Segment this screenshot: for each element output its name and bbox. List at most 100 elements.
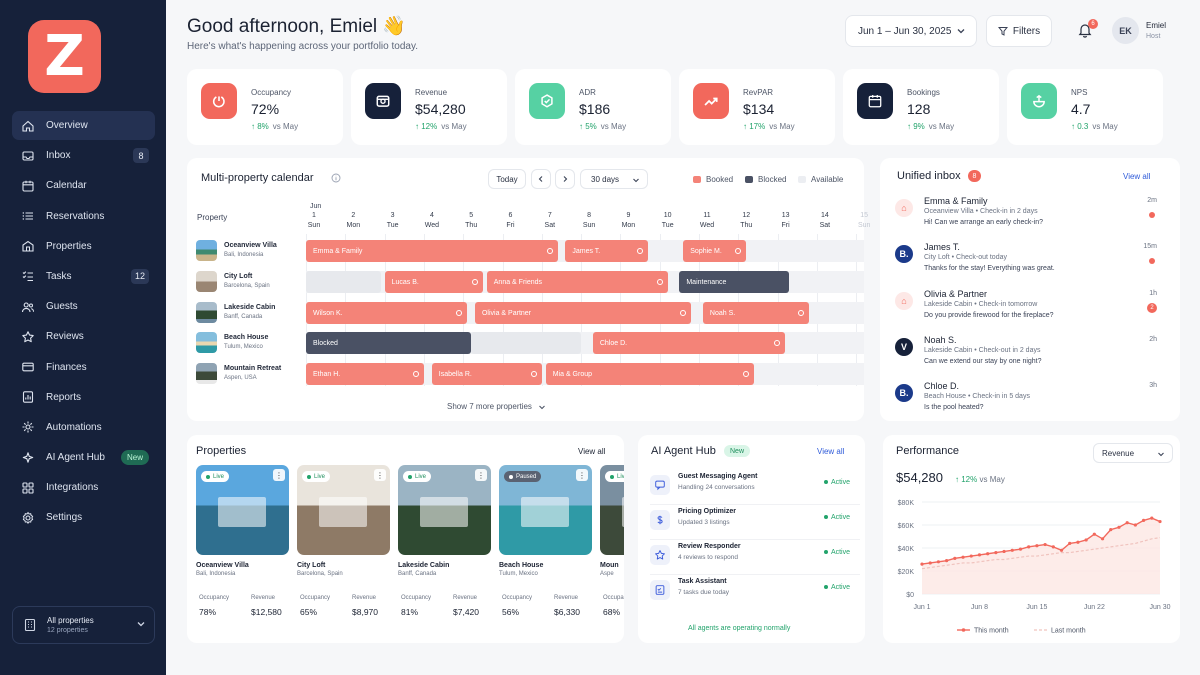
message-item[interactable]: ⌂ Emma & Family Oceanview Villa • Check-in… bbox=[895, 196, 1165, 236]
inbox-view-all-link[interactable]: View all bbox=[1123, 172, 1150, 181]
booking-bar[interactable]: Emma & Family bbox=[306, 240, 558, 262]
range-select[interactable]: 30 days bbox=[580, 169, 648, 189]
sidebar-item-finances[interactable]: Finances bbox=[12, 353, 155, 382]
logo[interactable]: Z bbox=[28, 20, 101, 93]
property-card[interactable]: Live ⋮ City Loft Barcelona, Spain Occupancy R… bbox=[297, 465, 390, 621]
kpi-card-adr[interactable]: ADR $186 ↑ 5% vs May bbox=[515, 69, 671, 145]
calendar-property-row[interactable]: City Loft Barcelona, Spain bbox=[196, 271, 296, 295]
sidebar-item-reports[interactable]: Reports bbox=[12, 383, 155, 412]
today-button[interactable]: Today bbox=[488, 169, 526, 189]
booking-bar[interactable]: Wilson K. bbox=[306, 302, 468, 324]
sidebar-item-calendar[interactable]: Calendar bbox=[12, 171, 155, 200]
blocked-block[interactable]: Maintenance bbox=[679, 271, 790, 293]
more-options-icon[interactable]: ⋮ bbox=[576, 469, 588, 481]
sidebar-item-reviews[interactable]: Reviews bbox=[12, 322, 155, 351]
sidebar-item-overview[interactable]: Overview bbox=[12, 111, 155, 140]
agents-view-all-link[interactable]: View all bbox=[817, 447, 844, 456]
message-item[interactable]: ⌂ Olivia & Partner Lakeside Cabin • Check-… bbox=[895, 289, 1165, 329]
agent-item[interactable]: Guest Messaging Agent Handling 24 convers… bbox=[650, 473, 860, 505]
kpi-card-revpar[interactable]: RevPAR $134 ↑ 17% vs May bbox=[679, 69, 835, 145]
kpi-card-revenue[interactable]: Revenue $54,280 ↑ 12% vs May bbox=[351, 69, 507, 145]
property-card[interactable]: Live ⋮ Oceanview Villa Bali, Indonesia Occup… bbox=[196, 465, 289, 621]
agent-item[interactable]: Review Responder 4 reviews to respond Acti… bbox=[650, 543, 860, 575]
availability-block[interactable] bbox=[471, 332, 582, 354]
message-detail: Lakeside Cabin • Check-out in 2 days bbox=[924, 347, 1041, 354]
message-item[interactable]: B. James T. City Loft • Check-out today Tha… bbox=[895, 242, 1165, 282]
sidebar-item-automations[interactable]: Automations bbox=[12, 413, 155, 442]
all-properties-switcher[interactable]: All properties 12 properties bbox=[12, 606, 155, 644]
channel-dot-icon bbox=[735, 248, 742, 254]
kpi-card-bookings[interactable]: Bookings 128 ↑ 9% vs May bbox=[843, 69, 999, 145]
sidebar-item-integrations[interactable]: Integrations bbox=[12, 473, 155, 502]
next-button[interactable] bbox=[555, 169, 575, 189]
sidebar-item-label: Automations bbox=[46, 421, 102, 433]
calendar-property-row[interactable]: Oceanview Villa Bali, Indonesia bbox=[196, 240, 296, 264]
occupancy-label: Occupancy bbox=[603, 595, 624, 601]
date-range-picker[interactable]: Jun 1 – Jun 30, 2025 bbox=[845, 15, 977, 47]
sidebar-item-badge: 12 bbox=[130, 268, 149, 284]
x-tick-label: Jun 22 bbox=[1084, 604, 1105, 611]
property-card-name: Beach House bbox=[499, 562, 544, 569]
prev-button[interactable] bbox=[531, 169, 551, 189]
more-options-icon[interactable]: ⋮ bbox=[273, 469, 285, 481]
sidebar-item-settings[interactable]: Settings bbox=[12, 503, 155, 532]
y-tick-label: $80K bbox=[898, 500, 915, 507]
booking-bar[interactable]: Sophie M. bbox=[683, 240, 747, 262]
sidebar-item-inbox[interactable]: Inbox 8 bbox=[12, 141, 155, 170]
booking-bar[interactable]: Lucas B. bbox=[384, 271, 483, 293]
sidebar-item-ai-agent-hub[interactable]: AI Agent Hub New bbox=[12, 443, 155, 472]
calendar-property-row[interactable]: Mountain Retreat Aspen, USA bbox=[196, 363, 296, 387]
property-card[interactable]: Live⋮ Moun Aspe OccupancyRevenue68% bbox=[600, 465, 624, 621]
message-preview: Can we extend our stay by one night? bbox=[924, 358, 1042, 365]
properties-view-all-link[interactable]: View all bbox=[578, 447, 605, 456]
property-card[interactable]: Paused ⋮ Beach House Tulum, Mexico Occupancy… bbox=[499, 465, 592, 621]
sidebar-item-tasks[interactable]: Tasks 12 bbox=[12, 262, 155, 291]
property-card[interactable]: Live ⋮ Lakeside Cabin Banff, Canada Occupanc… bbox=[398, 465, 491, 621]
sidebar-item-properties[interactable]: Properties bbox=[12, 232, 155, 261]
message-item[interactable]: V Noah S. Lakeside Cabin • Check-out in 2 … bbox=[895, 335, 1165, 375]
booking-bar[interactable]: Ethan H. bbox=[306, 363, 424, 385]
message-item[interactable]: B. Chloe D. Beach House • Check-in in 5 da… bbox=[895, 381, 1165, 421]
this-month-point bbox=[1117, 525, 1121, 529]
booking-bar[interactable]: Mia & Group bbox=[545, 363, 754, 385]
calendar-property-location: Barcelona, Spain bbox=[224, 283, 270, 289]
chevron-down-icon bbox=[957, 29, 965, 34]
legend-available: Available bbox=[798, 175, 843, 184]
availability-block[interactable] bbox=[306, 271, 381, 293]
nps-icon bbox=[1033, 94, 1045, 108]
kpi-change-value: 12% bbox=[421, 122, 438, 131]
sidebar-item-guests[interactable]: Guests bbox=[12, 292, 155, 321]
property-photo-building bbox=[622, 497, 624, 527]
legend-blocked: Blocked bbox=[745, 175, 786, 184]
kpi-card-nps[interactable]: NPS 4.7 ↑ 0.3 vs May bbox=[1007, 69, 1163, 145]
calendar-property-row[interactable]: Beach House Tulum, Mexico bbox=[196, 332, 296, 356]
more-options-icon[interactable]: ⋮ bbox=[475, 469, 487, 481]
metric-select[interactable]: Revenue bbox=[1093, 443, 1173, 463]
more-options-icon[interactable]: ⋮ bbox=[374, 469, 386, 481]
blocked-block[interactable]: Blocked bbox=[306, 332, 472, 354]
agent-item[interactable]: Pricing Optimizer Updated 3 listings Activ… bbox=[650, 508, 860, 540]
sidebar: Z Overview Inbox 8 Calendar Reservations Prop… bbox=[0, 0, 166, 675]
show-more-button[interactable]: Show 7 more properties bbox=[447, 402, 546, 411]
calendar-property-row[interactable]: Lakeside Cabin Banff, Canada bbox=[196, 302, 296, 326]
sidebar-item-reservations[interactable]: Reservations bbox=[12, 202, 155, 231]
kpi-card-occupancy[interactable]: Occupancy 72% ↑ 8% vs May bbox=[187, 69, 343, 145]
booking-bar[interactable]: Noah S. bbox=[702, 302, 810, 324]
booking-bar[interactable]: Chloe D. bbox=[592, 332, 786, 354]
booking-bar[interactable]: James T. bbox=[565, 240, 648, 262]
property-thumbnail bbox=[196, 240, 217, 261]
booking-bar[interactable]: Anna & Friends bbox=[486, 271, 668, 293]
agent-item[interactable]: Task Assistant 7 tasks due today Active bbox=[650, 578, 860, 604]
agent-status: Active bbox=[823, 549, 850, 556]
sidebar-item-badge: 8 bbox=[133, 148, 149, 164]
avatar[interactable]: EK bbox=[1112, 17, 1139, 44]
booking-bar[interactable]: Olivia & Partner bbox=[474, 302, 692, 324]
info-icon[interactable] bbox=[331, 173, 341, 183]
filters-button[interactable]: Filters bbox=[986, 15, 1052, 47]
day-number: 5 bbox=[469, 212, 474, 219]
ai-icon bbox=[22, 451, 34, 463]
this-month-point bbox=[1018, 547, 1023, 551]
booking-bar[interactable]: Isabella R. bbox=[431, 363, 542, 385]
chevron-right-icon bbox=[563, 176, 568, 182]
revenue-label: Revenue bbox=[352, 595, 377, 601]
